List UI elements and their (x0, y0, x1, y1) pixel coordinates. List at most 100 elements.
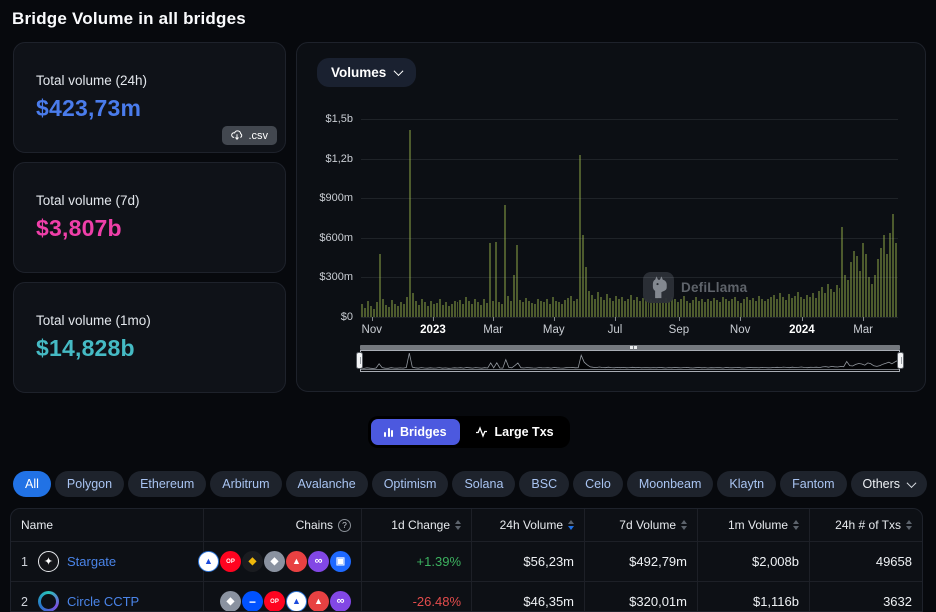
volume-bar (826, 284, 829, 317)
chain-icon-group: ▲ OP ◆ ◆ ▲ ∞ ▣ (198, 551, 351, 572)
volume-bar (871, 284, 874, 317)
chains-cell: ▲ OP ◆ ◆ ▲ ∞ ▣ (198, 542, 361, 581)
stat-value: $14,828b (36, 335, 135, 361)
chain-icon-optimism: OP (220, 551, 241, 572)
vol1m-cell: $2,008b (697, 542, 809, 581)
stat-card-1mo: Total volume (1mo) $14,828b (13, 282, 286, 393)
slider-handle-left[interactable] (356, 352, 363, 369)
volume-bar (498, 302, 501, 317)
column-header-1d-change[interactable]: 1d Change (361, 509, 471, 541)
volume-bar (754, 301, 757, 317)
volume-bar (766, 299, 769, 317)
slider-handle-right[interactable] (897, 352, 904, 369)
csv-label: .csv (248, 129, 268, 142)
volume-bar (856, 256, 859, 317)
change-cell: -26.48% (361, 582, 471, 611)
volume-bar (850, 261, 853, 317)
bridge-link[interactable]: Stargate (67, 554, 116, 569)
column-header-7d-volume[interactable]: 7d Volume (584, 509, 697, 541)
volume-bar (471, 303, 474, 317)
volume-bar (677, 301, 680, 317)
chain-filter-moonbeam[interactable]: Moonbeam (626, 471, 714, 497)
chain-filter-fantom[interactable]: Fantom (780, 471, 847, 497)
change-cell: +1.39% (361, 542, 471, 581)
cctp-logo-icon (38, 591, 59, 611)
column-header-24h-of-txs[interactable]: 24h # of Txs (809, 509, 922, 541)
volume-bar (465, 297, 468, 317)
volume-bar (587, 290, 590, 317)
date-range-slider[interactable] (356, 345, 904, 375)
volume-bar (390, 299, 393, 317)
volume-bar (653, 301, 656, 317)
volume-bar (805, 294, 808, 317)
volume-bar (799, 297, 802, 317)
volume-bar (763, 300, 766, 317)
vol1m-cell: $1,116b (697, 582, 809, 611)
volume-bar (396, 305, 399, 317)
vol7d-cell: $492,79m (584, 542, 697, 581)
stargate-logo-icon: ✦ (38, 551, 59, 572)
volume-bar (456, 302, 459, 317)
volume-bar (450, 303, 453, 317)
volume-bar (477, 301, 480, 317)
chain-icon-polygon: ∞ (308, 551, 329, 572)
stat-label: Total volume (24h) (36, 73, 148, 88)
gridline (361, 119, 898, 120)
chain-filter-others-dropdown[interactable]: Others (850, 471, 928, 497)
volume-bar (507, 295, 510, 317)
column-header-label: 24h Volume (499, 518, 563, 532)
chain-filter-ethereum[interactable]: Ethereum (128, 471, 207, 497)
slider-grip-icon[interactable] (630, 346, 637, 349)
slider-window[interactable] (360, 350, 900, 372)
volume-bar (823, 293, 826, 317)
volume-bar (569, 295, 572, 317)
watermark-text: DefiLlama (681, 280, 748, 295)
download-csv-button[interactable]: .csv (222, 126, 277, 145)
volume-bar (519, 299, 522, 317)
column-header-label: 24h # of Txs (835, 518, 901, 532)
others-label: Others (862, 477, 901, 491)
tab-large-txs[interactable]: Large Txs (462, 419, 567, 445)
volume-bar (444, 301, 447, 317)
gridline (361, 198, 898, 200)
volume-bar (563, 299, 566, 317)
chain-filter-bsc[interactable]: BSC (519, 471, 570, 497)
column-header-24h-volume[interactable]: 24h Volume (471, 509, 584, 541)
column-header-chains[interactable]: Chains? (203, 509, 361, 541)
volume-bar (462, 304, 465, 317)
chain-filter-polygon[interactable]: Polygon (54, 471, 125, 497)
column-header-1m-volume[interactable]: 1m Volume (697, 509, 809, 541)
volume-bar (769, 297, 772, 317)
volume-bar (605, 293, 608, 317)
chain-filter-avalanche[interactable]: Avalanche (285, 471, 368, 497)
volume-bar (560, 304, 563, 317)
chain-filter-klaytn[interactable]: Klaytn (717, 471, 777, 497)
volume-bar (584, 266, 587, 317)
column-header-label: Chains (295, 518, 333, 532)
volume-bar (632, 299, 635, 317)
volume-bar (617, 299, 620, 317)
tab-bridges[interactable]: Bridges (371, 419, 460, 445)
volume-bar (578, 154, 581, 317)
txs-cell: 49658 (809, 542, 922, 581)
vol24h-cell: $46,35m (471, 582, 584, 611)
chain-filter-all[interactable]: All (13, 471, 51, 497)
chain-filter-solana[interactable]: Solana (452, 471, 516, 497)
x-axis-tick (553, 317, 555, 321)
chain-filter-arbitrum[interactable]: Arbitrum (210, 471, 282, 497)
chain-filter-optimism[interactable]: Optimism (371, 471, 449, 497)
help-icon[interactable]: ? (338, 518, 351, 532)
x-axis-label: Mar (483, 324, 503, 336)
volume-bar (614, 295, 617, 317)
chain-filter-celo[interactable]: Celo (573, 471, 623, 497)
chain-filter-bar: All Polygon Ethereum Arbitrum Avalanche Optim… (13, 471, 928, 497)
stat-value: $3,807b (36, 215, 122, 241)
volume-bar (572, 301, 575, 317)
volume-bar (546, 299, 549, 317)
bridge-link[interactable]: Circle CCTP (67, 594, 139, 609)
y-axis-label: $0 (340, 311, 353, 323)
stat-card-7d: Total volume (7d) $3,807b (13, 162, 286, 273)
gridline (361, 317, 898, 318)
chart-metric-select[interactable]: Volumes (317, 58, 417, 87)
volume-bar (835, 285, 838, 317)
